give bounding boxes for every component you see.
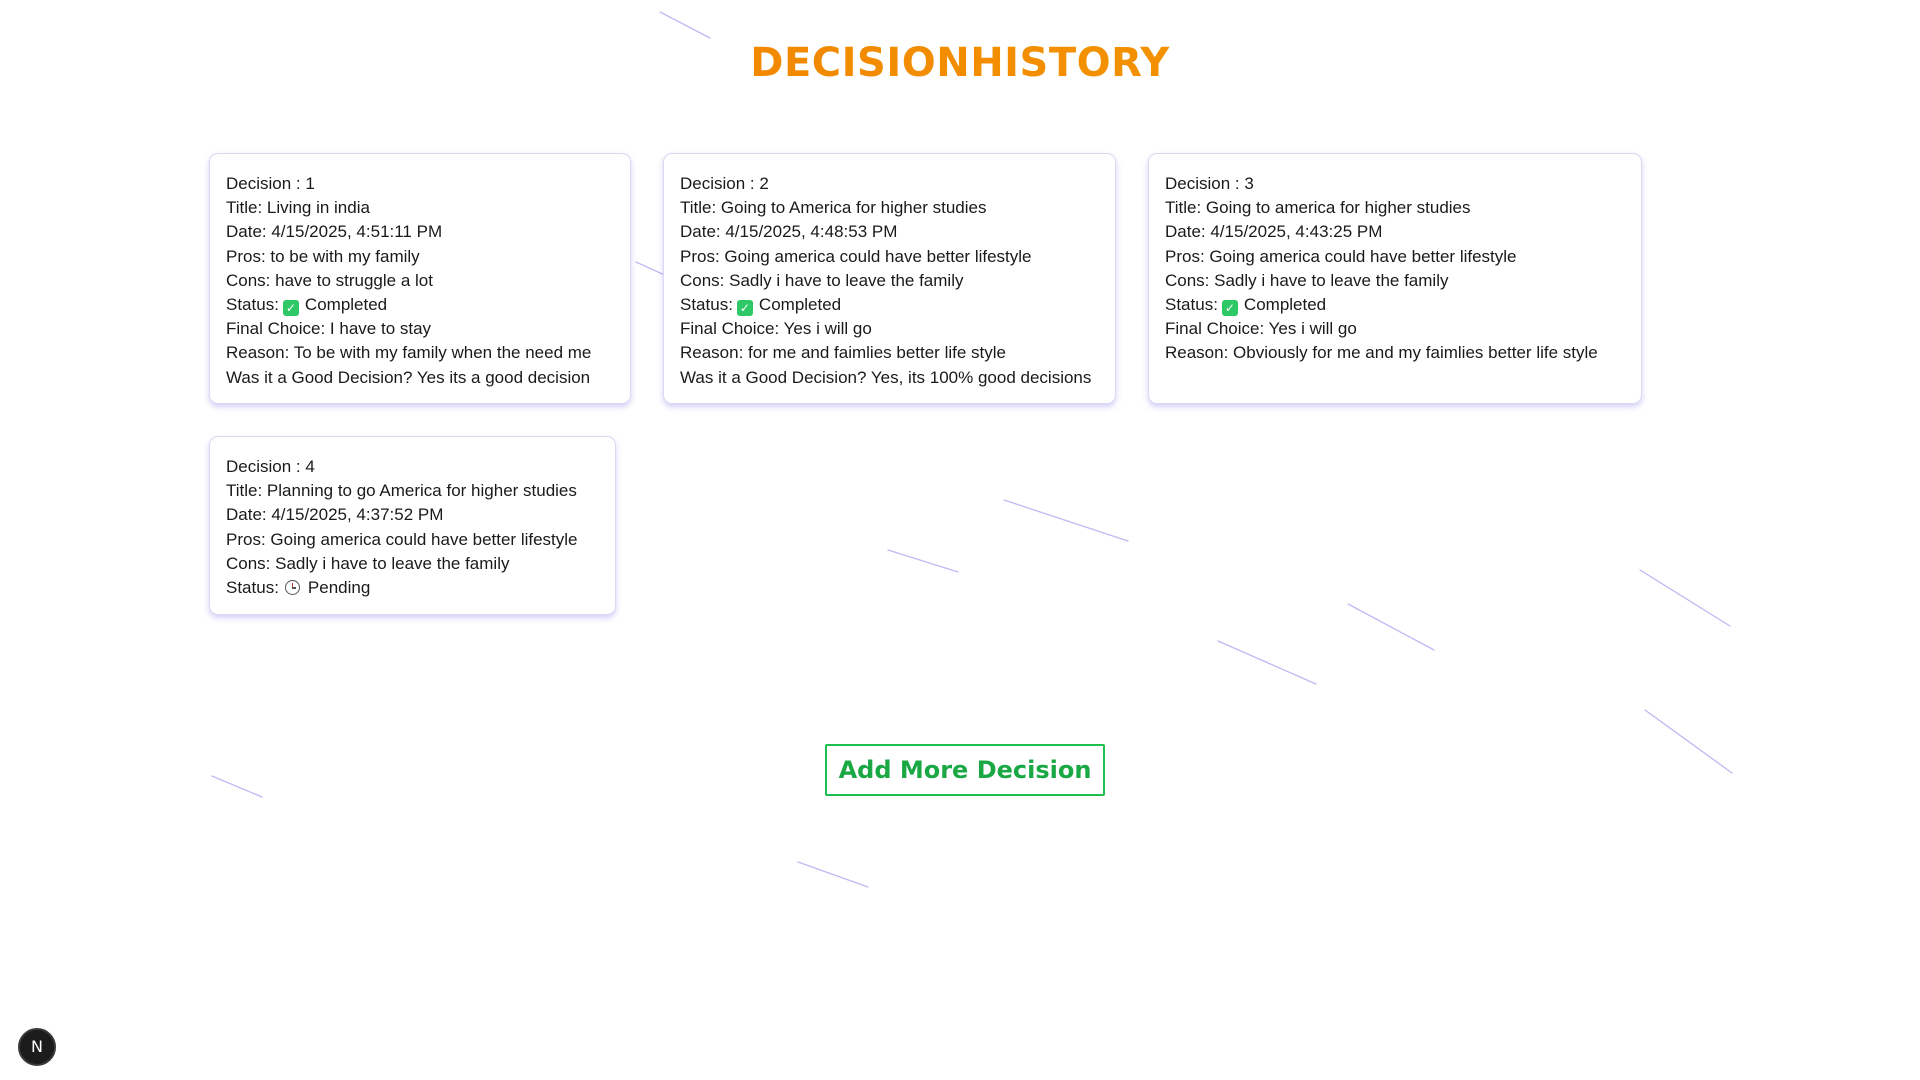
decision-title: Title: Planning to go America for higher… bbox=[226, 481, 577, 501]
decision-status: Status: ✓ Completed bbox=[226, 293, 614, 317]
page-title: DECISIONHISTORY bbox=[0, 40, 1920, 86]
decision-pros: Pros: Going america could have better li… bbox=[226, 529, 578, 549]
decision-number: Decision : 3 bbox=[1165, 174, 1254, 193]
check-icon: ✓ bbox=[1221, 300, 1238, 317]
status-value: Pending bbox=[307, 578, 371, 598]
decision-card: Decision : 4 Title: Planning to go Ameri… bbox=[209, 436, 616, 615]
status-value: Completed bbox=[304, 295, 388, 315]
check-icon: ✓ bbox=[736, 300, 753, 317]
decision-date: Date: 4/15/2025, 4:48:53 PM bbox=[680, 222, 898, 242]
decision-good-decision: Was it a Good Decision? Yes, its 100% go… bbox=[680, 367, 1092, 387]
decision-title: Title: Going to America for higher studi… bbox=[680, 198, 987, 218]
decision-cons: Cons: Sadly i have to leave the family bbox=[1165, 270, 1449, 290]
status-label: Status: bbox=[680, 295, 733, 315]
decision-status: Status: ✓ Completed bbox=[1165, 293, 1625, 317]
status-label: Status: bbox=[226, 578, 279, 598]
decision-pros: Pros: Going america could have better li… bbox=[1165, 246, 1517, 266]
decision-status: Status: ✓ Completed bbox=[680, 293, 1099, 317]
decision-card: Decision : 1 Title: Living in india Date… bbox=[209, 153, 631, 404]
decision-history-page: DECISIONHISTORY Decision : 1 Title: Livi… bbox=[0, 0, 1920, 1080]
decision-final-choice: Final Choice: Yes i will go bbox=[1165, 319, 1357, 339]
decision-pros: Pros: Going america could have better li… bbox=[680, 246, 1032, 266]
decision-reason: Reason: To be with my family when the ne… bbox=[226, 343, 592, 363]
decision-date: Date: 4/15/2025, 4:43:25 PM bbox=[1165, 222, 1383, 242]
decision-number: Decision : 2 bbox=[680, 174, 769, 193]
decision-cons: Cons: Sadly i have to leave the family bbox=[226, 553, 510, 573]
dev-badge-letter: N bbox=[31, 1037, 43, 1056]
decision-number: Decision : 1 bbox=[226, 174, 315, 193]
decision-card: Decision : 2 Title: Going to America for… bbox=[663, 153, 1116, 404]
decision-final-choice: Final Choice: Yes i will go bbox=[680, 319, 872, 339]
add-more-decision-button[interactable]: Add More Decision bbox=[825, 744, 1105, 796]
decision-reason: Reason: Obviously for me and my faimlies… bbox=[1165, 343, 1598, 363]
status-value: Completed bbox=[1243, 295, 1327, 315]
decision-reason: Reason: for me and faimlies better life … bbox=[680, 343, 1006, 363]
decision-title: Title: Living in india bbox=[226, 198, 370, 218]
decision-date: Date: 4/15/2025, 4:51:11 PM bbox=[226, 222, 443, 242]
decision-cons: Cons: have to struggle a lot bbox=[226, 270, 433, 290]
decision-number: Decision : 4 bbox=[226, 457, 315, 476]
status-label: Status: bbox=[1165, 295, 1218, 315]
clock-icon bbox=[284, 580, 300, 596]
status-value: Completed bbox=[758, 295, 842, 315]
status-label: Status: bbox=[226, 295, 279, 315]
check-icon: ✓ bbox=[282, 300, 299, 317]
decision-date: Date: 4/15/2025, 4:37:52 PM bbox=[226, 505, 444, 525]
decision-title: Title: Going to america for higher studi… bbox=[1165, 198, 1471, 218]
decision-card: Decision : 3 Title: Going to america for… bbox=[1148, 153, 1642, 404]
decision-cons: Cons: Sadly i have to leave the family bbox=[680, 270, 964, 290]
decision-good-decision: Was it a Good Decision? Yes its a good d… bbox=[226, 367, 591, 387]
decision-final-choice: Final Choice: I have to stay bbox=[226, 319, 432, 339]
decision-pros: Pros: to be with my family bbox=[226, 246, 420, 266]
nextjs-logo-icon[interactable]: N bbox=[18, 1028, 56, 1066]
decision-status: Status: Pending bbox=[226, 576, 599, 600]
